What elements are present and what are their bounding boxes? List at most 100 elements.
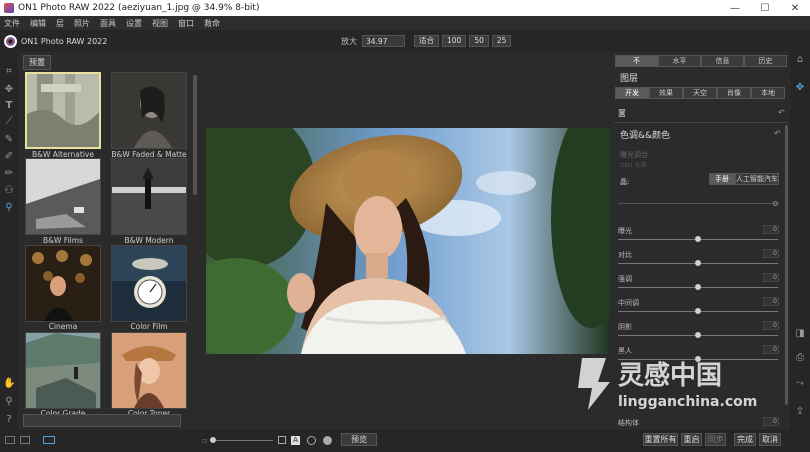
slider-structure[interactable]: 结构体 0 [618,417,781,428]
print-icon[interactable]: ⎙ [794,352,806,364]
slider-contrast[interactable]: 对比 0 [618,249,781,266]
tab-develop[interactable]: 开发 [615,87,649,99]
menu-mask[interactable]: 面具 [100,18,116,29]
preset-thumb-bw-films[interactable] [25,158,101,235]
reset-icon[interactable]: ↶ [778,108,785,117]
compare-icon[interactable]: ◨ [794,328,806,340]
menu-edit[interactable]: 编辑 [30,18,46,29]
panel-toggle-icon[interactable] [5,436,15,444]
perfect-eraser-icon[interactable]: ✏ [3,168,15,180]
menu-window[interactable]: 窗口 [178,18,194,29]
zoom-tool-icon[interactable]: ⚲ [3,396,15,408]
slider-knob[interactable] [695,356,701,362]
tab-nav[interactable]: 不 [615,55,658,67]
done-button[interactable]: 完成 [734,433,756,446]
slider-knob[interactable] [695,284,701,290]
mask-brush-icon[interactable]: ✎ [3,134,15,146]
share-icon[interactable]: ⤳ [794,378,806,390]
slider-knob[interactable] [695,308,701,314]
minimize-icon[interactable]: — [720,3,750,14]
maximize-icon[interactable]: ☐ [750,3,780,14]
slider-value[interactable]: 0 [763,273,779,282]
help-icon[interactable]: ? [3,414,15,426]
preset-search-input[interactable] [23,414,181,427]
overlay-icon[interactable] [307,436,316,445]
hand-tool-icon[interactable]: ✋ [3,378,15,390]
reset-all-button[interactable]: 重置所有 [643,433,678,446]
zoom-100-button[interactable]: 100 [442,35,467,47]
thumb-size-slider[interactable] [213,440,273,441]
close-icon[interactable]: ✕ [780,3,810,14]
slider-midtones[interactable]: 中间调 0 [618,297,781,314]
cancel-button[interactable]: 取消 [759,433,781,446]
color-icon[interactable] [323,436,332,445]
app-name: ON1 Photo RAW 2022 [21,36,108,46]
slider-knob[interactable] [695,260,701,266]
clone-stamp-icon[interactable]: ⚇ [3,185,15,197]
browse-icon[interactable]: ⌂ [794,54,806,66]
slider-shadows[interactable]: 阴影 0 [618,321,781,338]
tab-portrait[interactable]: 肖像 [717,87,751,99]
preset-thumb-cinema[interactable] [25,245,101,322]
preset-thumb-color-grade[interactable] [25,332,101,409]
single-view-icon[interactable] [43,436,55,444]
tab-sky[interactable]: 天空 [683,87,717,99]
slider-value[interactable]: 0 [763,417,779,426]
slider-knob[interactable] [695,236,701,242]
presets-tab[interactable]: 预置 [23,55,51,70]
manual-button[interactable]: 手册 [709,173,735,185]
tab-effects[interactable]: 效果 [649,87,683,99]
presets-scrollbar[interactable] [193,75,197,195]
retouch-brush-icon[interactable]: ✐ [3,151,15,163]
section-reset-icon[interactable]: ↶ [774,129,781,138]
preset-thumb-bw-faded[interactable] [111,72,187,149]
menu-photo[interactable]: 照片 [74,18,90,29]
slider-value[interactable]: 0 [763,345,779,354]
ai-auto-button[interactable]: 人工智能汽车 [735,173,779,185]
zoom-25-button[interactable]: 25 [491,35,512,47]
edit-icon[interactable]: ✥ [794,82,806,94]
menu-settings[interactable]: 设置 [126,18,142,29]
slider-exposure[interactable]: 曝光 0 [618,225,781,242]
tab-info[interactable]: 信息 [701,55,744,67]
mode-toggle: 手册 人工智能汽车 [709,173,779,185]
transform-tool-icon[interactable]: ✥ [3,84,15,96]
menu-file[interactable]: 文件 [4,18,20,29]
slider-value[interactable]: 0 [763,297,779,306]
menu-layer[interactable]: 层 [56,18,64,29]
faded-slider-knob[interactable] [773,201,778,206]
zoom-fit-button[interactable]: 适合 [414,35,439,47]
slider-blacks[interactable]: 黑人 0 [618,345,781,362]
preset-thumb-color-film[interactable] [111,245,187,322]
zoom-input[interactable]: 34.97 [362,35,405,47]
main-photo[interactable] [206,128,610,354]
camera-icon[interactable]: ◙ [618,108,626,117]
zoom-50-button[interactable]: 50 [469,35,489,47]
right-panel-scrollbar[interactable] [785,125,788,405]
tab-levels[interactable]: 水平 [658,55,701,67]
view-mode-icon[interactable] [278,436,286,444]
slider-knob[interactable] [695,332,701,338]
preset-thumb-color-toner[interactable] [111,332,187,409]
preset-thumb-bw-alternative[interactable] [25,72,101,149]
preset-thumb-bw-modern[interactable] [111,158,187,235]
adjust-brush-icon[interactable]: ⟋ [3,116,15,128]
slider-value[interactable]: 0 [763,321,779,330]
sync-button[interactable]: 同步 [705,433,726,446]
slider-value[interactable]: 0 [763,249,779,258]
mask-view-icon[interactable]: A [291,436,300,445]
crop-tool-icon[interactable]: ⌗ [3,66,15,78]
tab-local[interactable]: 本地 [751,87,785,99]
refine-tool-icon[interactable]: ⚲ [3,202,15,214]
slider-highlights[interactable]: 强调 0 [618,273,781,290]
export-icon[interactable]: ⇪ [794,406,806,418]
tab-history[interactable]: 历史 [744,55,787,67]
reset-button[interactable]: 重启 [681,433,702,446]
slider-value[interactable]: 0 [763,225,779,234]
text-tool-icon[interactable]: T [3,100,15,112]
thumb-size-knob[interactable] [210,437,216,443]
menu-help[interactable]: 救命 [204,18,220,29]
filmstrip-icon[interactable] [20,436,30,444]
preview-button[interactable]: 预览 [341,433,377,446]
menu-view[interactable]: 视图 [152,18,168,29]
